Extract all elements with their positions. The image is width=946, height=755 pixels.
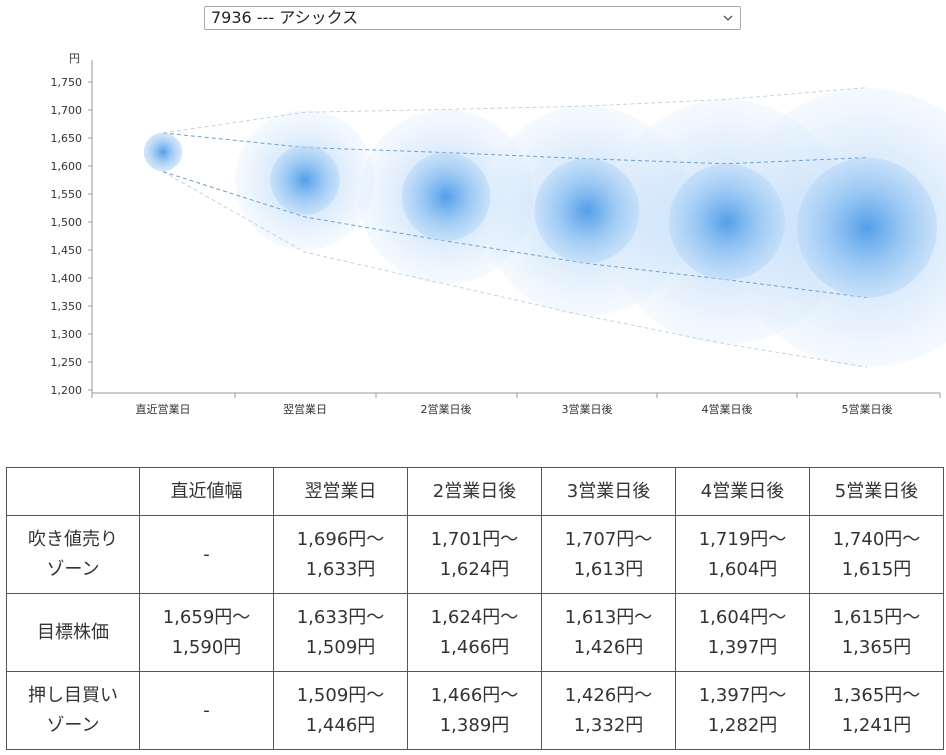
table-cell: 1,701円〜 1,624円	[407, 515, 542, 594]
table-row-header: 押し目買い ゾーン	[6, 671, 140, 750]
y-tick-label: 1,250	[51, 356, 83, 369]
table-cell: 1,659円〜 1,590円	[139, 593, 274, 672]
y-tick-label: 1,650	[51, 132, 83, 145]
y-tick-label: 1,450	[51, 244, 83, 257]
table-row-header: 吹き値売り ゾーン	[6, 515, 140, 594]
y-tick-label: 1,600	[51, 160, 83, 173]
y-axis-unit: 円	[69, 52, 80, 65]
y-tick-label: 1,750	[51, 76, 83, 89]
table-column-header: 直近値幅	[139, 467, 274, 516]
table-cell: 1,604円〜 1,397円	[675, 593, 810, 672]
table-cell: 1,696円〜 1,633円	[273, 515, 408, 594]
x-tick-label: 翌営業日	[283, 402, 327, 416]
table-cell: -	[139, 515, 274, 594]
x-tick-label: 直近営業日	[136, 402, 191, 416]
table-cell: 1,509円〜 1,446円	[273, 671, 408, 750]
target-range-circle	[143, 132, 183, 172]
x-tick-label: 2営業日後	[421, 402, 472, 416]
table-row-header: 目標株価	[6, 593, 140, 672]
price-zone-table: 直近値幅 翌営業日 2営業日後 3営業日後 4営業日後 5営業日後 吹き値売り ゾーン -1,…	[6, 467, 944, 750]
y-tick-label: 1,300	[51, 328, 83, 341]
stock-select-value: 7936 --- アシックス	[211, 8, 359, 27]
chevron-down-icon	[723, 15, 733, 21]
table-row: 吹き値売り ゾーン -1,696円〜 1,633円 1,701円〜 1,624円 1,707…	[6, 515, 944, 594]
table-cell: -	[139, 671, 274, 750]
table-cell: 1,719円〜 1,604円	[675, 515, 810, 594]
target-range-circle	[270, 145, 340, 215]
table-cell: 1,426円〜 1,332円	[541, 671, 676, 750]
table-cell: 1,397円〜 1,282円	[675, 671, 810, 750]
table-cell: 1,365円〜 1,241円	[809, 671, 944, 750]
x-tick-label: 5営業日後	[842, 402, 893, 416]
table-column-header: 翌営業日	[273, 467, 408, 516]
table-cell: 1,613円〜 1,426円	[541, 593, 676, 672]
target-range-circle	[797, 157, 937, 298]
table-column-header: 5営業日後	[809, 467, 944, 516]
y-tick-label: 1,200	[51, 384, 83, 397]
table-cell: 1,466円〜 1,389円	[407, 671, 542, 750]
table-cell: 1,740円〜 1,615円	[809, 515, 944, 594]
target-range-circle	[669, 164, 785, 280]
table-cell: 1,615円〜 1,365円	[809, 593, 944, 672]
y-tick-label: 1,500	[51, 216, 83, 229]
table-header-row: 直近値幅 翌営業日 2営業日後 3営業日後 4営業日後 5営業日後	[6, 467, 944, 516]
y-tick-label: 1,350	[51, 300, 83, 313]
target-range-circle	[401, 152, 491, 242]
table-column-header: 3営業日後	[541, 467, 676, 516]
table-row: 目標株価 1,659円〜 1,590円 1,633円〜 1,509円 1,624円〜 1,4…	[6, 593, 944, 672]
table-corner-cell	[6, 467, 140, 516]
table-cell: 1,624円〜 1,466円	[407, 593, 542, 672]
table-column-header: 2営業日後	[407, 467, 542, 516]
table-cell: 1,633円〜 1,509円	[273, 593, 408, 672]
price-forecast-chart: 円 1,200 1,250 1,300 1,350 1,400 1,450 1,500 1,55…	[51, 52, 946, 416]
x-tick-label: 4営業日後	[702, 402, 753, 416]
x-tick-label: 3営業日後	[562, 402, 613, 416]
y-tick-label: 1,700	[51, 104, 83, 117]
table-column-header: 4営業日後	[675, 467, 810, 516]
table-row: 押し目買い ゾーン -1,509円〜 1,446円 1,466円〜 1,389円 1,426…	[6, 671, 944, 750]
stock-select[interactable]: 7936 --- アシックス	[204, 6, 741, 30]
target-range-circle	[534, 158, 640, 264]
y-tick-label: 1,400	[51, 272, 83, 285]
table-cell: 1,707円〜 1,613円	[541, 515, 676, 594]
y-tick-label: 1,550	[51, 188, 83, 201]
